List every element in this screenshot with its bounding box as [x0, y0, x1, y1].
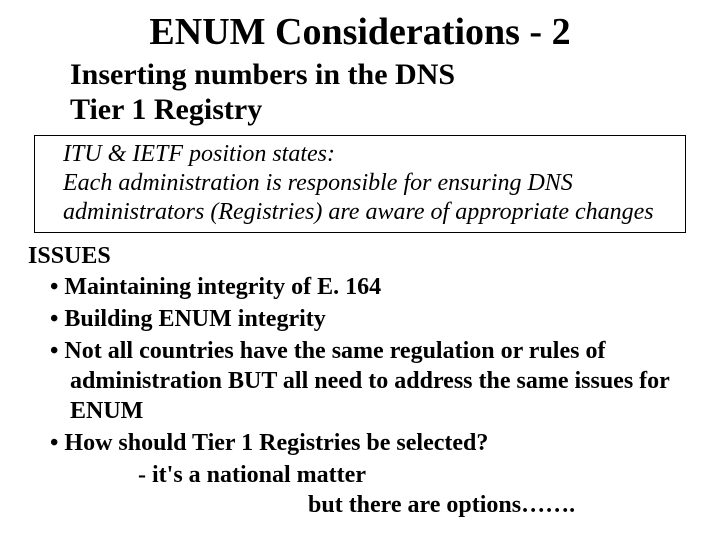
sub-point-1: - it's a national matter	[138, 460, 692, 490]
list-item: Maintaining integrity of E. 164	[50, 272, 692, 302]
list-item: Not all countries have the same regulati…	[50, 336, 692, 426]
list-item: How should Tier 1 Registries be selected…	[50, 428, 692, 458]
issues-heading: ISSUES	[28, 243, 692, 270]
sub-point-2: but there are options…….	[308, 490, 692, 520]
box-line-3: administrators (Registries) are aware of…	[63, 199, 654, 225]
position-box: ITU & IETF position states: Each adminis…	[34, 135, 686, 233]
issues-list: Maintaining integrity of E. 164 Building…	[28, 272, 692, 458]
slide: ENUM Considerations - 2 Inserting number…	[0, 0, 720, 520]
subtitle-line-1: Inserting numbers in the DNS	[70, 58, 455, 91]
list-item: Building ENUM integrity	[50, 304, 692, 334]
subtitle-line-2: Tier 1 Registry	[70, 93, 262, 126]
slide-title: ENUM Considerations - 2	[28, 10, 692, 54]
slide-subtitle: Inserting numbers in the DNS Tier 1 Regi…	[70, 58, 692, 127]
box-line-2: Each administration is responsible for e…	[63, 170, 573, 196]
box-line-1: ITU & IETF position states:	[63, 141, 335, 167]
